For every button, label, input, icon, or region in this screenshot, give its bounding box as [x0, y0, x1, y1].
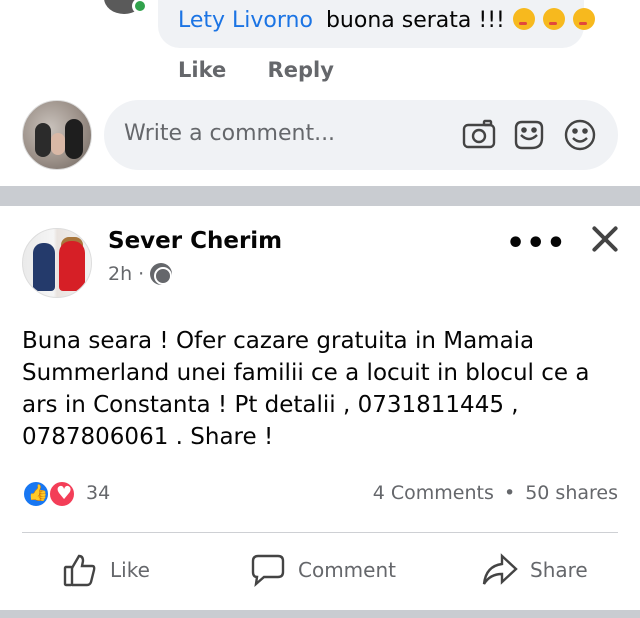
comment-reply-button[interactable]: Reply [268, 58, 334, 82]
kiss-face-icon [512, 8, 535, 30]
comment-like-button[interactable]: Like [178, 58, 226, 82]
post-text: Buna seara ! Ofer cazare gratuita in Mam… [22, 328, 590, 450]
post-author-avatar[interactable] [22, 228, 92, 298]
comment-author-link[interactable]: Lety Livorno [178, 8, 313, 33]
sticker-icon[interactable] [512, 118, 546, 152]
post-separator [0, 186, 640, 206]
like-button-label: Like [110, 558, 150, 582]
comment-text: buona serata !!! [325, 8, 505, 33]
comment-input-placeholder: Write a comment... [124, 121, 336, 146]
globe-icon [150, 263, 173, 285]
comment-content: Lety Livorno buona serata !!! [178, 8, 595, 33]
comment-button[interactable]: Comment [250, 552, 396, 588]
comment-button-label: Comment [298, 558, 396, 582]
post-meta: 2h · [108, 263, 173, 285]
comment-actions: Like Reply [178, 58, 368, 82]
share-button[interactable]: Share [482, 552, 588, 588]
emoji-icon[interactable] [563, 118, 597, 152]
kiss-face-icon [572, 8, 595, 30]
actions-divider [22, 532, 618, 533]
hug-face-icon [542, 8, 565, 30]
reaction-count[interactable]: 34 [86, 482, 110, 504]
camera-icon[interactable] [462, 118, 496, 152]
my-avatar[interactable] [22, 100, 92, 170]
bottom-separator [0, 610, 640, 618]
meta-separator: · [138, 263, 145, 285]
more-options-icon[interactable]: ••• [506, 226, 567, 261]
comment-bubble-icon [251, 554, 285, 588]
post-timestamp[interactable]: 2h [108, 263, 132, 285]
love-reaction-icon[interactable] [48, 480, 76, 508]
online-status-icon [132, 0, 148, 14]
share-button-label: Share [530, 558, 588, 582]
share-arrow-icon [482, 553, 518, 585]
facebook-feed: Lety Livorno buona serata !!! Like Reply… [0, 0, 640, 618]
close-icon[interactable] [588, 222, 622, 256]
comments-shares: 4 Comments • 50 shares [373, 482, 618, 504]
comments-count[interactable]: 4 Comments [373, 482, 494, 504]
like-reaction-icon[interactable] [22, 480, 50, 508]
shares-count[interactable]: 50 shares [525, 482, 618, 504]
like-button[interactable]: Like [62, 552, 150, 588]
thumbs-up-icon [63, 554, 96, 587]
stats-separator: • [503, 482, 516, 504]
post-author-name[interactable]: Sever Cherim [108, 228, 282, 254]
